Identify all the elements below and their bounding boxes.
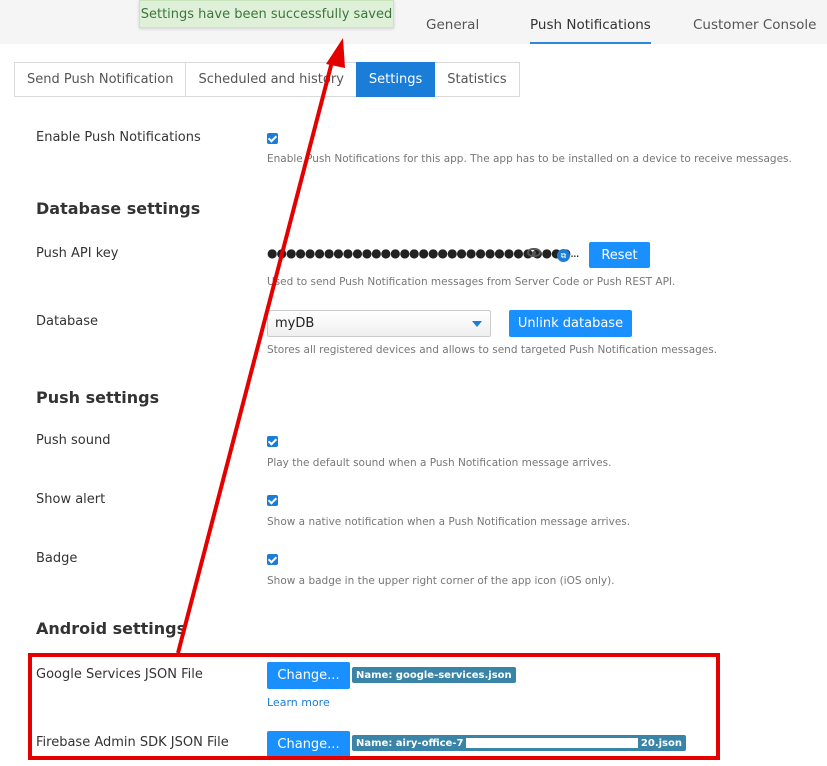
annotation-arrow [176, 38, 345, 654]
